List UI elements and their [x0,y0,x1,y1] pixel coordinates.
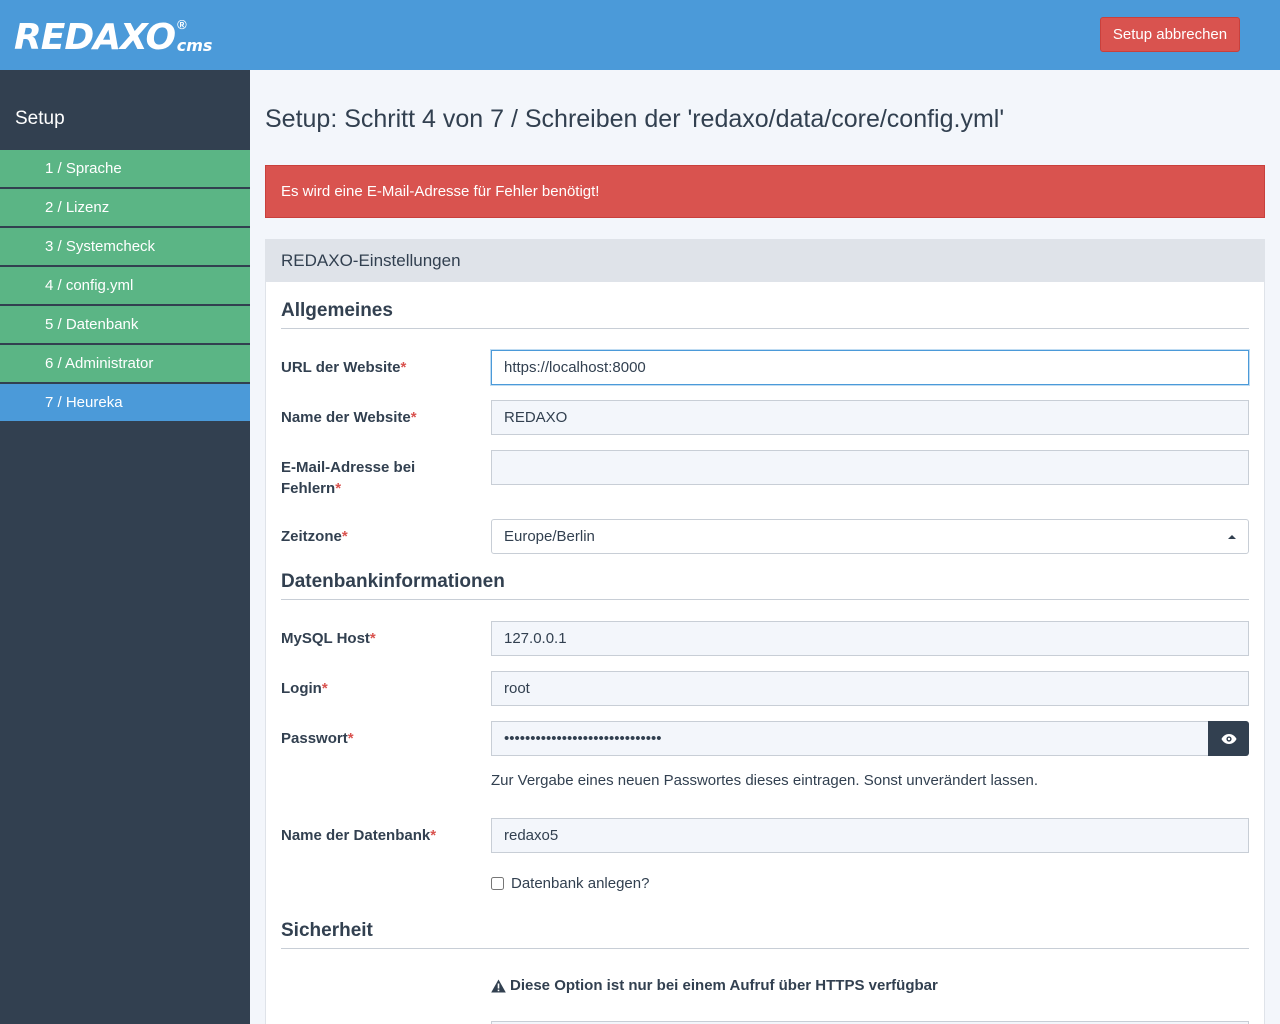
section-title-database: Datenbankinformationen [281,571,1249,600]
error-email-label: E-Mail-Adresse bei Fehlern* [281,457,415,499]
sidebar: Setup 1 / Sprache 2 / Lizenz 3 / Systemc… [0,70,250,1024]
dbname-input[interactable] [491,818,1249,853]
logo-cms-text: cms [176,36,213,55]
password-label-text: Passwort [281,730,348,747]
logo-text: REDAXO [14,17,176,58]
mysql-host-input[interactable] [491,621,1249,656]
password-help-text: Zur Vergabe eines neuen Passwortes diese… [491,772,1039,789]
sidebar-item-heureka[interactable]: 7 / Heureka [0,384,250,423]
setup-steps-nav: 1 / Sprache 2 / Lizenz 3 / Systemcheck 4… [0,150,250,423]
mysql-host-label: MySQL Host* [281,628,376,649]
sidebar-item-lizenz[interactable]: 2 / Lizenz [0,189,250,228]
login-input[interactable] [491,671,1249,706]
create-db-checkbox[interactable] [491,877,504,890]
section-title-security: Sicherheit [281,920,1249,949]
section-title-general: Allgemeines [281,300,1249,329]
error-email-label-line2: Fehlern [281,480,336,497]
mysql-host-label-text: MySQL Host [281,630,370,647]
sidebar-item-datenbank[interactable]: 5 / Datenbank [0,306,250,345]
login-label: Login* [281,678,328,699]
password-label: Passwort* [281,728,354,749]
sidebar-item-sprache[interactable]: 1 / Sprache [0,150,250,189]
required-marker: * [369,630,376,647]
error-email-input[interactable] [491,450,1249,485]
url-input[interactable] [491,350,1249,385]
required-marker: * [430,827,437,844]
panel-heading: REDAXO-Einstellungen [266,240,1264,282]
login-label-text: Login [281,680,322,697]
error-email-label-line1: E-Mail-Adresse bei [281,459,416,476]
sidebar-item-config[interactable]: 4 / config.yml [0,267,250,306]
sidebar-item-systemcheck[interactable]: 3 / Systemcheck [0,228,250,267]
required-marker: * [341,528,348,545]
url-label: URL der Website* [281,357,406,378]
password-input[interactable] [491,721,1209,756]
required-marker: * [335,480,342,497]
timezone-select[interactable]: Europe/Berlin [491,519,1249,554]
warning-icon [491,979,506,992]
dbname-label-text: Name der Datenbank [281,827,431,844]
timezone-label: Zeitzone* [281,526,348,547]
eye-icon [1221,733,1236,744]
create-db-option[interactable]: Datenbank anlegen? [491,875,649,892]
sidebar-title: Setup [15,108,65,129]
sidebar-item-administrator[interactable]: 6 / Administrator [0,345,250,384]
top-header: REDAXO ® cms Setup abbrechen [0,0,1280,70]
required-marker: * [321,680,328,697]
setup-cancel-button[interactable]: Setup abbrechen [1100,17,1240,52]
https-warning: Diese Option ist nur bei einem Aufruf üb… [491,977,938,994]
timezone-label-text: Zeitzone [281,528,342,545]
required-marker: * [400,359,407,376]
logo-registered-mark: ® [177,17,187,32]
required-marker: * [347,730,354,747]
main-content: Setup: Schritt 4 von 7 / Schreiben der '… [250,70,1280,1024]
site-name-label: Name der Website* [281,407,417,428]
timezone-selected-value: Europe/Berlin [504,528,595,545]
settings-panel: REDAXO-Einstellungen Allgemeines URL der… [265,239,1265,1024]
site-name-label-text: Name der Website [281,409,411,426]
redaxo-logo: REDAXO ® cms [14,16,212,56]
create-db-label: Datenbank anlegen? [511,875,650,892]
caret-up-icon [1228,535,1236,539]
dbname-label: Name der Datenbank* [281,825,436,846]
show-password-button[interactable] [1208,721,1249,756]
site-name-input[interactable] [491,400,1249,435]
error-alert: Es wird eine E-Mail-Adresse für Fehler b… [265,165,1265,218]
required-marker: * [410,409,417,426]
url-label-text: URL der Website [281,359,401,376]
https-warning-text: Diese Option ist nur bei einem Aufruf üb… [510,977,938,994]
page-title: Setup: Schritt 4 von 7 / Schreiben der '… [265,105,1005,133]
